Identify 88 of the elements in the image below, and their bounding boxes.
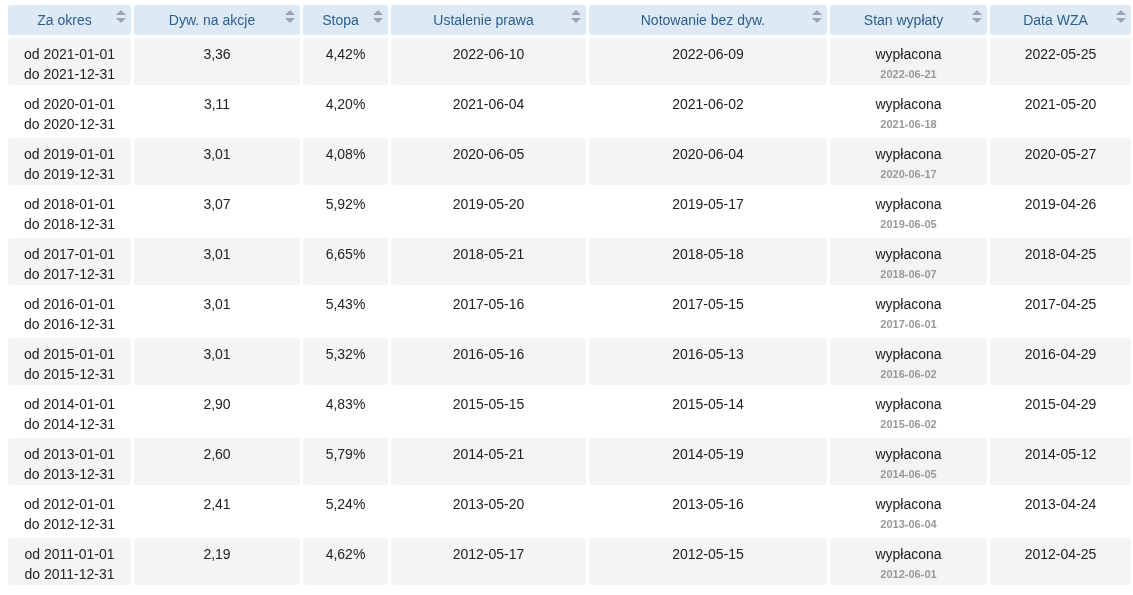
payment-date: 2016-06-02 bbox=[880, 367, 937, 382]
period-from: od 2014-01-01 bbox=[23, 395, 116, 414]
table-cell: 2020-06-04 bbox=[589, 138, 827, 185]
table-cell: 2020-06-05 bbox=[391, 138, 586, 185]
table-cell: 2016-04-29 bbox=[990, 338, 1131, 385]
table-cell: 3,36 bbox=[134, 38, 300, 85]
payment-status: wypłacona bbox=[875, 295, 942, 314]
table-cell: 2018-05-21 bbox=[391, 238, 586, 285]
payment-status: wypłacona bbox=[875, 445, 942, 464]
payment-status: wypłacona bbox=[875, 45, 942, 64]
table-cell: 4,08% bbox=[303, 138, 388, 185]
period-from: od 2021-01-01 bbox=[23, 45, 116, 64]
sort-icon bbox=[811, 9, 823, 25]
period-to: do 2015-12-31 bbox=[23, 365, 116, 384]
payment-date: 2022-06-21 bbox=[880, 67, 937, 82]
table-cell: 5,32% bbox=[303, 338, 388, 385]
period-from: od 2020-01-01 bbox=[23, 95, 116, 114]
payment-status: wypłacona bbox=[875, 195, 942, 214]
period-to: do 2019-12-31 bbox=[23, 165, 116, 184]
table-cell: 3,01 bbox=[134, 138, 300, 185]
sort-icon bbox=[971, 9, 983, 25]
period-to: do 2011-12-31 bbox=[24, 565, 115, 584]
table-cell: 2014-05-21 bbox=[391, 438, 586, 485]
period-from: od 2013-01-01 bbox=[23, 445, 116, 464]
sort-icon bbox=[372, 9, 384, 25]
payment-status: wypłacona bbox=[875, 345, 942, 364]
period-to: do 2013-12-31 bbox=[23, 465, 116, 484]
payment-date: 2013-06-04 bbox=[880, 517, 937, 532]
table-cell: 2014-05-19 bbox=[589, 438, 827, 485]
payment-date: 2012-06-01 bbox=[880, 567, 937, 582]
period-to: do 2017-12-31 bbox=[23, 265, 116, 284]
payment-date: 2017-06-01 bbox=[880, 317, 937, 332]
table-cell: 2012-05-17 bbox=[391, 538, 586, 585]
table-cell: 4,42% bbox=[303, 38, 388, 85]
column-header[interactable]: Dyw. na akcje bbox=[134, 5, 300, 35]
table-cell: 2020-05-27 bbox=[990, 138, 1131, 185]
period-to: do 2016-12-31 bbox=[23, 315, 116, 334]
sort-icon bbox=[115, 9, 127, 25]
payment-date: 2019-06-05 bbox=[880, 217, 937, 232]
table-cell: 3,01 bbox=[134, 338, 300, 385]
sort-icon bbox=[570, 9, 582, 25]
payment-date: 2018-06-07 bbox=[880, 267, 937, 282]
column-header[interactable]: Stan wypłaty bbox=[830, 5, 987, 35]
table-cell: 2018-04-25 bbox=[990, 238, 1131, 285]
period-from: od 2015-01-01 bbox=[23, 345, 116, 364]
table-cell: 2016-05-13 bbox=[589, 338, 827, 385]
payment-date: 2015-06-02 bbox=[880, 417, 937, 432]
table-cell: 4,62% bbox=[303, 538, 388, 585]
payment-status: wypłacona bbox=[875, 545, 942, 564]
period-from: od 2017-01-01 bbox=[23, 245, 116, 264]
period-to: do 2021-12-31 bbox=[23, 65, 116, 84]
period-from: od 2012-01-01 bbox=[23, 495, 116, 514]
table-cell: 2,19 bbox=[134, 538, 300, 585]
period-from: od 2016-01-01 bbox=[23, 295, 116, 314]
column-header[interactable]: Za okres bbox=[8, 5, 131, 35]
table-cell: 5,79% bbox=[303, 438, 388, 485]
table-cell: 2022-05-25 bbox=[990, 38, 1131, 85]
sort-icon bbox=[284, 9, 296, 25]
period-to: do 2014-12-31 bbox=[23, 415, 116, 434]
sort-icon bbox=[1115, 9, 1127, 25]
payment-status: wypłacona bbox=[875, 145, 942, 164]
payment-status: wypłacona bbox=[875, 495, 942, 514]
table-cell: 2016-05-16 bbox=[391, 338, 586, 385]
payment-date: 2020-06-17 bbox=[880, 167, 937, 182]
column-header[interactable]: Data WZA bbox=[990, 5, 1131, 35]
column-header[interactable]: Notowanie bez dyw. bbox=[589, 5, 827, 35]
column-header[interactable]: Stopa bbox=[303, 5, 388, 35]
table-cell: 2012-04-25 bbox=[990, 538, 1131, 585]
period-to: do 2012-12-31 bbox=[23, 515, 116, 534]
period-from: od 2011-01-01 bbox=[24, 545, 115, 564]
table-cell: 2022-06-09 bbox=[589, 38, 827, 85]
table-cell: 6,65% bbox=[303, 238, 388, 285]
table-cell: 2,60 bbox=[134, 438, 300, 485]
column-header[interactable]: Ustalenie prawa bbox=[391, 5, 586, 35]
table-cell: 2014-05-12 bbox=[990, 438, 1131, 485]
table-cell: 2022-06-10 bbox=[391, 38, 586, 85]
payment-date: 2014-06-05 bbox=[880, 467, 937, 482]
payment-date: 2021-06-18 bbox=[880, 117, 937, 132]
period-to: do 2018-12-31 bbox=[23, 215, 116, 234]
period-from: od 2019-01-01 bbox=[23, 145, 116, 164]
period-to: do 2020-12-31 bbox=[23, 115, 116, 134]
period-from: od 2018-01-01 bbox=[23, 195, 116, 214]
payment-status: wypłacona bbox=[875, 95, 942, 114]
payment-status: wypłacona bbox=[875, 245, 942, 264]
table-cell: 2018-05-18 bbox=[589, 238, 827, 285]
table-cell: 3,01 bbox=[134, 238, 300, 285]
table-cell: 2012-05-15 bbox=[589, 538, 827, 585]
payment-status: wypłacona bbox=[875, 395, 942, 414]
